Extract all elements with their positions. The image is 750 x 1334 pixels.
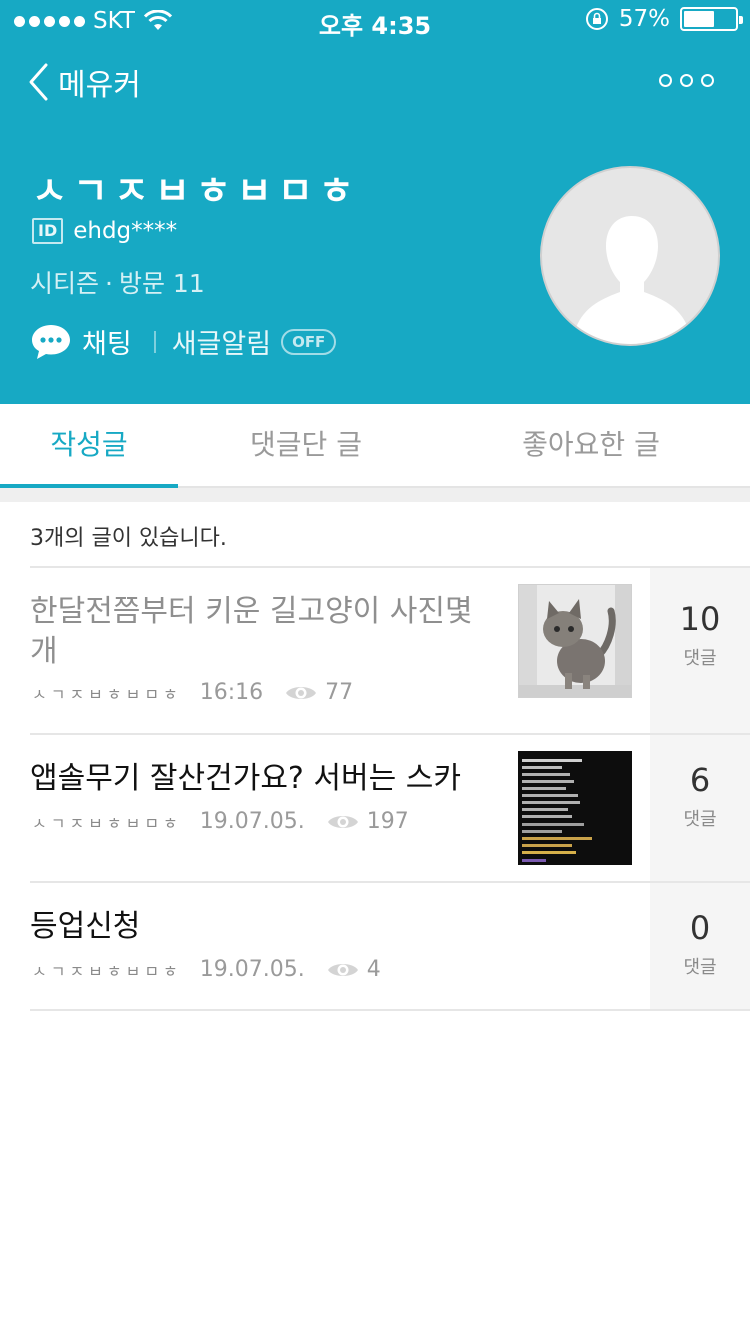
chat-button[interactable]: 채팅 — [30, 322, 132, 361]
back-button[interactable]: 메유커 — [26, 60, 141, 104]
post-views: 197 — [366, 809, 409, 834]
separator-dot: · — [105, 269, 113, 298]
post-views: 77 — [325, 680, 354, 705]
new-post-alert-toggle[interactable]: 새글알림 OFF — [172, 322, 337, 361]
comment-count-button[interactable]: 10 댓글 — [650, 568, 750, 734]
comment-count-button[interactable]: 0 댓글 — [650, 883, 750, 1009]
comment-label: 댓글 — [683, 957, 717, 978]
more-button[interactable] — [659, 74, 714, 87]
eye-icon — [286, 686, 317, 699]
battery-percent: 57% — [618, 6, 670, 32]
tab-bar: 작성글 댓글단 글 좋아요한 글 — [0, 404, 750, 489]
post-author: ㅅㄱㅈㅂㅎㅂㅁㅎ — [32, 961, 182, 981]
post-date: 19.07.05. — [199, 809, 305, 834]
post-date: 19.07.05. — [199, 957, 305, 982]
action-divider — [153, 330, 156, 353]
profile-header: SKT 오후 4:35 57% 메유커 ㅅㄱㅈㅂㅎㅂㅁㅎ ID ehdg****… — [0, 0, 750, 404]
default-user-icon — [576, 216, 688, 344]
profile-user-id: ehdg**** — [73, 218, 178, 244]
chevron-left-icon — [29, 63, 48, 101]
id-badge: ID — [32, 218, 64, 244]
post-meta: ㅅㄱㅈㅂㅎㅂㅁㅎ 19.07.05. 197 — [32, 809, 409, 834]
new-post-alert-label: 새글알림 — [171, 329, 272, 360]
game-stats-image — [518, 751, 632, 865]
alert-off-badge: OFF — [281, 328, 337, 355]
list-item[interactable]: 등업신청 ㅅㄱㅈㅂㅎㅂㅁㅎ 19.07.05. 4 0 댓글 — [0, 883, 750, 1009]
section-gap — [0, 488, 750, 502]
back-label: 메유커 — [58, 68, 141, 103]
game-stats-thumbnail[interactable] — [518, 751, 632, 865]
post-title[interactable]: 한달전쯤부터 키운 길고양이 사진몇개 — [30, 592, 490, 672]
chat-bubble-icon — [32, 324, 70, 359]
profile-nickname: ㅅㄱㅈㅂㅎㅂㅁㅎ — [32, 169, 360, 213]
post-date: 16:16 — [199, 680, 264, 705]
tab-written-posts[interactable]: 작성글 — [0, 404, 178, 488]
tab-liked-posts[interactable]: 좋아요한 글 — [480, 404, 702, 488]
comment-count: 10 — [679, 600, 721, 638]
nav-bar: 메유커 — [0, 52, 750, 112]
post-title[interactable]: 앱솔무기 잘산건가요? 서버는 스카 — [30, 759, 510, 799]
list-item[interactable]: 앱솔무기 잘산건가요? 서버는 스카 ㅅㄱㅈㅂㅎㅂㅁㅎ 19.07.05. 19… — [0, 735, 750, 881]
comment-count-button[interactable]: 6 댓글 — [650, 735, 750, 881]
eye-icon — [327, 815, 358, 828]
post-author: ㅅㄱㅈㅂㅎㅂㅁㅎ — [32, 684, 182, 704]
cat-photo-image — [519, 585, 631, 697]
avatar[interactable] — [540, 166, 720, 346]
list-item[interactable]: 한달전쯤부터 키운 길고양이 사진몇개 ㅅㄱㅈㅂㅎㅂㅁㅎ 16:16 77 10… — [0, 568, 750, 734]
battery-icon — [680, 7, 743, 31]
more-dots-icon — [659, 74, 672, 87]
visit-count: 방문 11 — [118, 269, 205, 298]
profile-id-row: ID ehdg**** — [32, 218, 177, 244]
post-meta: ㅅㄱㅈㅂㅎㅂㅁㅎ 16:16 77 — [32, 680, 353, 705]
post-title[interactable]: 등업신청 — [30, 907, 490, 947]
post-count: 3개의 글이 있습니다. — [30, 526, 227, 551]
status-right: 57% — [585, 6, 743, 32]
comment-count: 6 — [689, 761, 711, 799]
comment-label: 댓글 — [683, 809, 717, 830]
rotation-lock-icon — [585, 8, 608, 30]
chat-label: 채팅 — [82, 329, 132, 360]
post-views: 4 — [366, 957, 381, 982]
post-author: ㅅㄱㅈㅂㅎㅂㅁㅎ — [32, 813, 182, 833]
post-meta: ㅅㄱㅈㅂㅎㅂㅁㅎ 19.07.05. 4 — [32, 957, 381, 982]
profile-actions: 채팅 새글알림 OFF — [30, 322, 337, 361]
tab-commented-posts[interactable]: 댓글단 글 — [206, 404, 406, 488]
member-grade: 시티즌 — [30, 269, 100, 298]
divider — [30, 1009, 750, 1011]
eye-icon — [327, 963, 358, 976]
comment-count: 0 — [689, 909, 711, 947]
cat-photo-thumbnail[interactable] — [518, 584, 632, 698]
status-bar: SKT 오후 4:35 57% — [0, 0, 750, 40]
profile-grade-visits: 시티즌 · 방문 11 — [30, 264, 205, 300]
comment-label: 댓글 — [683, 648, 717, 669]
